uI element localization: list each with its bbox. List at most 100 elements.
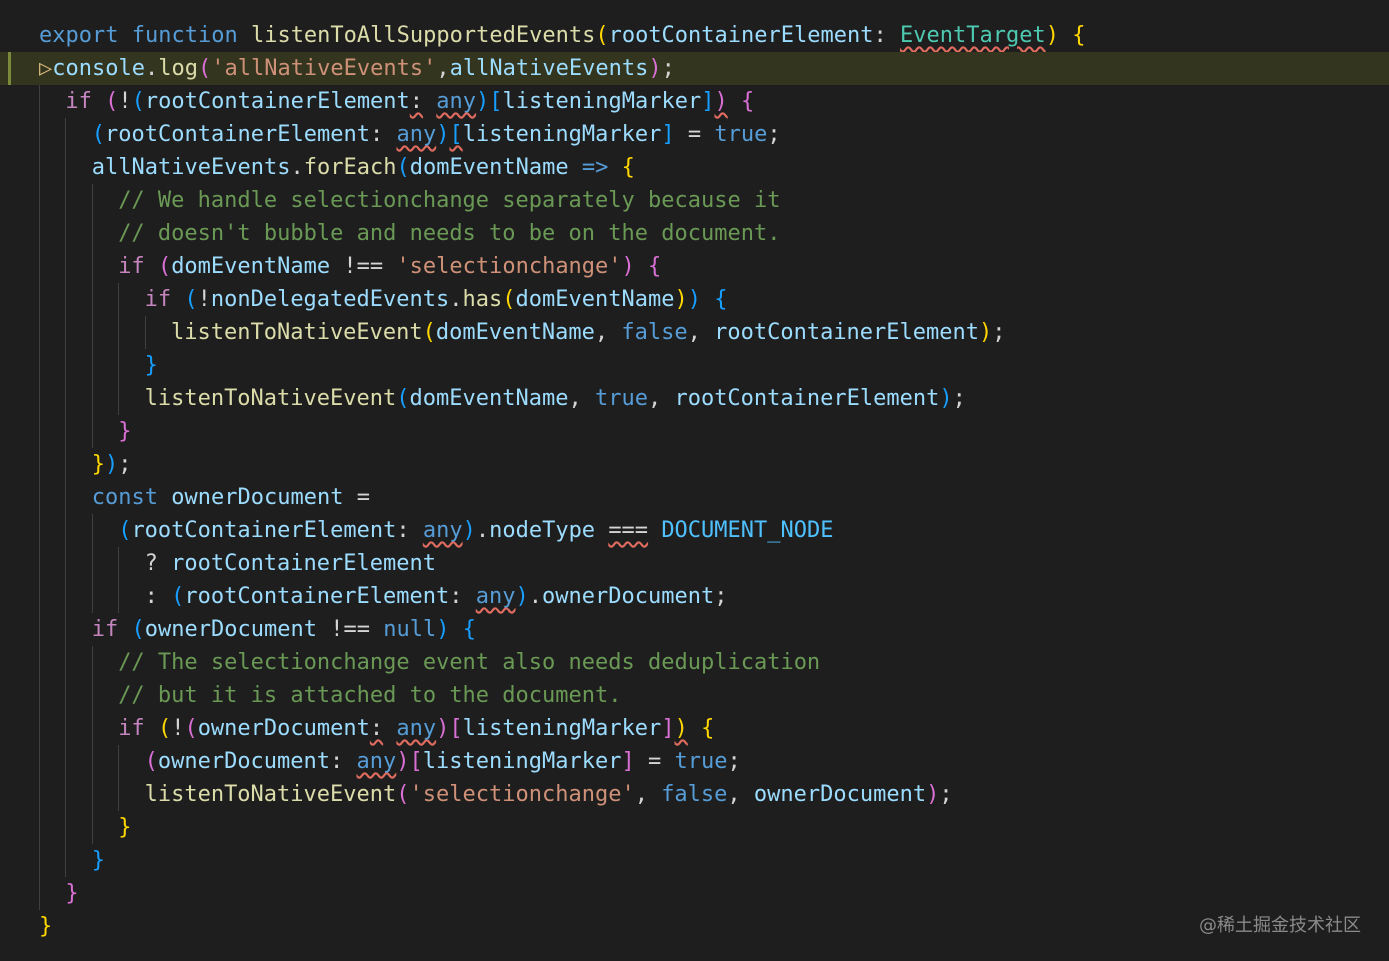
code-token: allNativeEvents — [449, 56, 649, 81]
code-text: } — [92, 844, 105, 877]
code-token: ) — [979, 320, 993, 345]
code-line[interactable]: listenToNativeEvent(domEventName, false,… — [0, 316, 1389, 349]
code-token: ] — [701, 89, 715, 114]
code-token: . — [475, 518, 490, 543]
code-line[interactable]: // We handle selectionchange separately … — [0, 184, 1389, 217]
modified-line-marker — [8, 52, 11, 85]
code-token: } — [144, 353, 158, 378]
code-line[interactable]: : (rootContainerElement: any).ownerDocum… — [0, 580, 1389, 613]
code-token: const — [91, 485, 159, 510]
code-line[interactable]: if (ownerDocument !== null) { — [0, 613, 1389, 646]
code-token: ] — [621, 749, 635, 774]
watermark-text: @稀土掘金技术社区 — [1199, 915, 1361, 936]
code-token: console — [52, 56, 145, 81]
code-token: = — [634, 749, 675, 774]
code-token: ; — [767, 122, 781, 147]
code-token: ; — [714, 584, 728, 609]
code-token: rootContainerElement — [105, 122, 370, 147]
code-text: }); — [92, 448, 132, 481]
code-token: ; — [992, 320, 1006, 345]
code-token: nodeType — [489, 518, 596, 543]
code-line[interactable]: ? rootContainerElement — [0, 547, 1389, 580]
code-token: : — [449, 584, 476, 609]
code-line[interactable]: }); — [0, 448, 1389, 481]
code-token: [ — [449, 716, 463, 741]
code-token: listenToNativeEvent — [171, 320, 423, 345]
code-text: allNativeEvents.forEach(domEventName => … — [92, 151, 635, 184]
code-token: ( — [422, 320, 436, 345]
code-token: : — [330, 749, 357, 774]
code-token: , — [568, 386, 595, 411]
code-text: } — [145, 349, 158, 382]
code-token: ownerDocument — [171, 485, 344, 510]
code-token: listenToNativeEvent — [144, 386, 397, 411]
code-token: rootContainerElement — [608, 23, 874, 48]
code-line[interactable]: // but it is attached to the document. — [0, 679, 1389, 712]
code-line[interactable]: allNativeEvents.forEach(domEventName => … — [0, 151, 1389, 184]
code-token: } — [91, 848, 106, 873]
code-line[interactable]: (ownerDocument: any)[listeningMarker] = … — [0, 745, 1389, 778]
code-token: true — [594, 386, 648, 411]
code-token: } — [65, 881, 79, 906]
code-line[interactable]: const ownerDocument = — [0, 481, 1389, 514]
code-line[interactable]: } — [0, 844, 1389, 877]
code-line[interactable]: listenToNativeEvent('selectionchange', f… — [0, 778, 1389, 811]
code-line[interactable]: // doesn't bubble and needs to be on the… — [0, 217, 1389, 250]
code-token: 'selectionchange' — [396, 254, 622, 279]
code-line[interactable]: // The selectionchange event also needs … — [0, 646, 1389, 679]
code-text: ▷console.log('allNativeEvents',allNative… — [39, 52, 675, 85]
code-token: ! — [197, 287, 211, 312]
code-line[interactable]: } — [0, 415, 1389, 448]
code-token: ownerDocument — [144, 617, 317, 642]
code-text: // We handle selectionchange separately … — [118, 184, 780, 217]
code-token: true — [674, 749, 728, 774]
code-line[interactable]: } — [0, 877, 1389, 910]
code-token: // doesn't bubble and needs to be on the… — [118, 221, 781, 246]
code-token: } — [91, 452, 106, 477]
code-token: listeningMarker — [462, 122, 662, 147]
code-token: !== — [316, 617, 384, 642]
code-token: : — [369, 122, 397, 147]
code-line[interactable]: export function listenToAllSupportedEven… — [0, 19, 1389, 52]
code-text: (ownerDocument: any)[listeningMarker] = … — [145, 745, 741, 778]
code-text: if (ownerDocument !== null) { — [92, 613, 476, 646]
code-text: // but it is attached to the document. — [118, 679, 621, 712]
code-line[interactable]: (rootContainerElement: any).nodeType ===… — [0, 514, 1389, 547]
code-token: any — [422, 518, 463, 543]
code-token: ) — [1045, 23, 1059, 48]
code-line[interactable]: listenToNativeEvent(domEventName, true, … — [0, 382, 1389, 415]
code-token: ownerDocument — [753, 782, 927, 807]
code-line[interactable]: if (domEventName !== 'selectionchange') … — [0, 250, 1389, 283]
code-token: ) — [714, 89, 728, 114]
code-token: domEventName — [515, 287, 675, 312]
code-text: if (!(rootContainerElement: any)[listeni… — [65, 85, 754, 118]
code-line[interactable]: } — [0, 811, 1389, 844]
code-token: rootContainerElement — [184, 584, 450, 609]
code-line[interactable]: } — [0, 349, 1389, 382]
code-line[interactable]: if (!nonDelegatedEvents.has(domEventName… — [0, 283, 1389, 316]
code-token: ( — [396, 782, 410, 807]
code-token: if — [118, 254, 145, 279]
code-token: listeningMarker — [462, 716, 662, 741]
code-line[interactable]: if (!(ownerDocument: any)[listeningMarke… — [0, 712, 1389, 745]
code-token: { — [462, 617, 476, 642]
code-token: function — [131, 23, 238, 48]
code-token: } — [118, 815, 132, 840]
code-line[interactable]: (rootContainerElement: any)[listeningMar… — [0, 118, 1389, 151]
code-editor[interactable]: export function listenToAllSupportedEven… — [0, 0, 1389, 961]
code-token: if — [144, 287, 172, 312]
code-token: ) — [436, 617, 450, 642]
code-text: // doesn't bubble and needs to be on the… — [118, 217, 780, 250]
code-token: any — [356, 749, 397, 774]
code-line[interactable]: } — [0, 910, 1389, 943]
code-token: ) — [674, 716, 688, 741]
code-line[interactable]: if (!(rootContainerElement: any)[listeni… — [0, 85, 1389, 118]
code-token: } — [39, 914, 53, 939]
code-text: if (domEventName !== 'selectionchange') … — [118, 250, 661, 283]
code-line-current[interactable]: ▷console.log('allNativeEvents',allNative… — [0, 52, 1389, 85]
code-token: { — [714, 287, 728, 312]
